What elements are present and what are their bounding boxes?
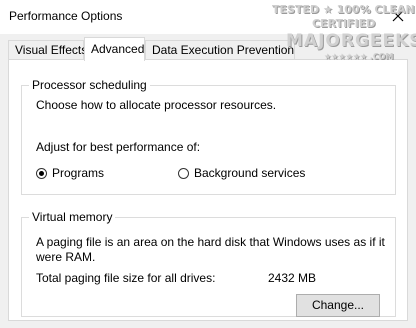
programs-radio-indicator[interactable] (36, 167, 47, 179)
tab-visual-effects[interactable]: Visual Effects (8, 40, 87, 59)
watermark-line2: CERTIFIED (312, 17, 376, 30)
watermark-line1: TESTED ★ 100% CLEAN (272, 3, 415, 16)
processor-description: Choose how to allocate processor resourc… (36, 98, 277, 112)
virtual-memory-description-line2: were RAM. (36, 250, 96, 264)
change-button[interactable]: Change... (296, 294, 380, 317)
adjust-label: Adjust for best performance of: (36, 140, 201, 154)
background-services-radio[interactable]: Background services (178, 166, 305, 180)
background-services-radio-indicator[interactable] (178, 167, 189, 179)
tab-advanced[interactable]: Advanced (84, 37, 145, 61)
processor-scheduling-label: Processor scheduling (29, 78, 150, 92)
advanced-tab-panel: Processor scheduling Choose how to alloc… (8, 59, 408, 321)
performance-options-window: Performance Options Visual Effects Advan… (0, 0, 416, 328)
processor-scheduling-group: Processor scheduling Choose how to alloc… (21, 78, 396, 195)
majorgeeks-watermark: TESTED ★ 100% CLEAN CERTIFIED MAJORGEEKS… (268, 0, 416, 66)
virtual-memory-description-line1: A paging file is an area on the hard dis… (36, 235, 385, 249)
virtual-memory-label: Virtual memory (29, 210, 116, 224)
programs-radio-label[interactable]: Programs (52, 166, 104, 180)
programs-radio[interactable]: Programs (36, 166, 104, 180)
total-paging-value: 2432 MB (268, 271, 317, 285)
background-services-radio-label[interactable]: Background services (194, 166, 305, 180)
total-paging-label: Total paging file size for all drives: (36, 271, 216, 285)
window-title: Performance Options (9, 9, 123, 23)
watermark-line3: MAJORGEEKS (286, 31, 416, 51)
watermark-line4: ★★★★★★ .COM (324, 52, 394, 61)
